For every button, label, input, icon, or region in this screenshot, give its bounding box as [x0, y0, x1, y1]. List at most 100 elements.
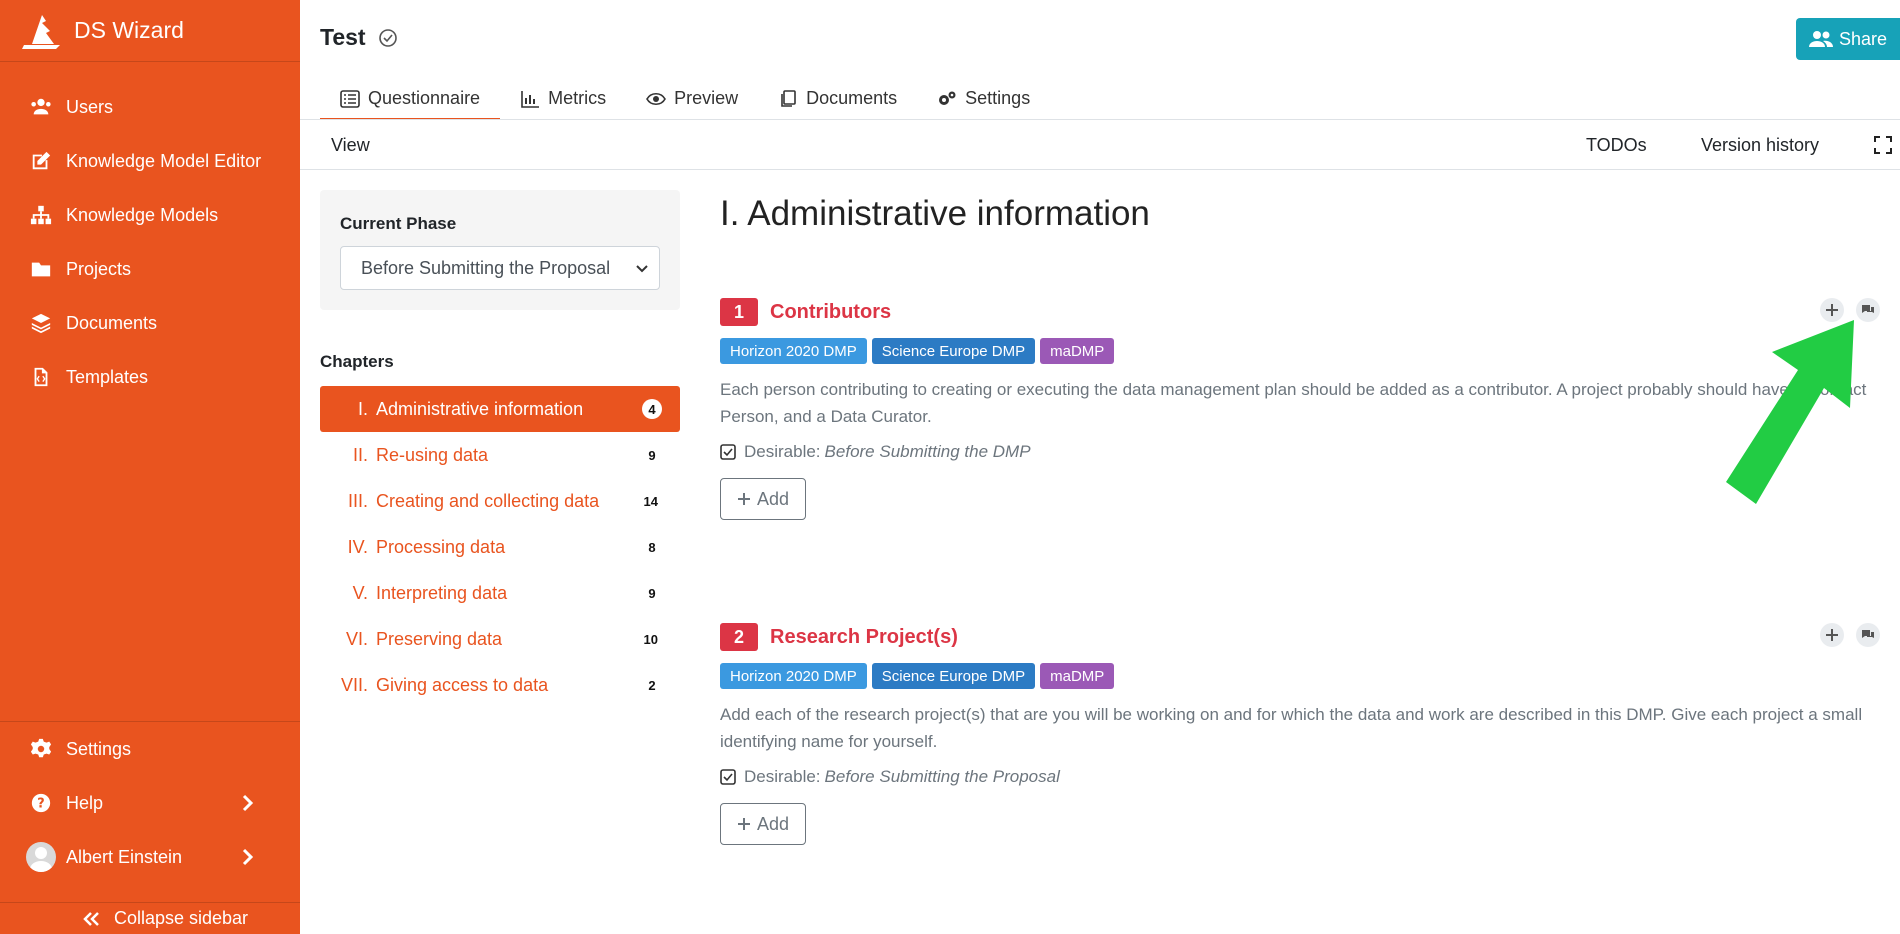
- sidebar-item-label: Users: [66, 96, 114, 117]
- sidebar-item-documents[interactable]: Documents: [0, 296, 300, 350]
- current-phase-panel: Current Phase Before Submitting the Prop…: [320, 190, 680, 310]
- tab-metrics[interactable]: Metrics: [500, 84, 626, 120]
- sidebar-item-knowledge-models[interactable]: Knowledge Models: [0, 188, 300, 242]
- fullscreen-icon[interactable]: [1874, 136, 1892, 154]
- copy-icon: [781, 90, 796, 107]
- comments-icon: [1862, 630, 1874, 638]
- tag-horizon-2020-dmp: Horizon 2020 DMP: [720, 663, 867, 689]
- sidebar-item-users[interactable]: Users: [0, 80, 300, 134]
- chapter-item-interpreting-data[interactable]: V. Interpreting data 9: [320, 570, 680, 616]
- chapter-count-badge: 10: [639, 629, 662, 649]
- tag-science-europe-dmp: Science Europe DMP: [871, 338, 1036, 364]
- sidebar-item-knowledge-model-editor[interactable]: Knowledge Model Editor: [0, 134, 300, 188]
- question-research-projects: 2 Research Project(s) Horizon 2020 DMP S…: [720, 623, 1880, 845]
- desirable-phase: Before Submitting the Proposal: [824, 767, 1060, 786]
- wizard-hat-logo-icon: [22, 14, 60, 49]
- add-contributor-button[interactable]: Add: [720, 478, 806, 520]
- phase-selected-value: Before Submitting the Proposal: [361, 257, 611, 278]
- chapter-item-preserving-data[interactable]: VI. Preserving data 10: [320, 616, 680, 662]
- view-menu[interactable]: View: [331, 135, 370, 156]
- users-icon: [31, 98, 51, 115]
- add-todo-button[interactable]: [1820, 623, 1844, 647]
- add-label: Add: [756, 813, 790, 834]
- question-title: Research Project(s): [770, 625, 958, 648]
- sidebar-bottom: Settings ? Help Albert Einstein: [0, 721, 300, 884]
- tab-label: Metrics: [548, 88, 607, 108]
- chapter-item-administrative-information[interactable]: I. Administrative information 4: [320, 386, 680, 432]
- question-actions: [1808, 623, 1880, 647]
- plus-icon: [737, 493, 750, 505]
- question-description: Add each of the research project(s) that…: [720, 705, 1863, 751]
- collapse-label: Collapse sidebar: [113, 908, 249, 928]
- chapter-title: Giving access to data: [376, 674, 549, 695]
- chapter-item-giving-access-to-data[interactable]: VII. Giving access to data 2: [320, 662, 680, 708]
- desirable-phase: Before Submitting the DMP: [824, 442, 1031, 461]
- sitemap-icon: [30, 205, 52, 225]
- todos-button[interactable]: TODOs: [1586, 135, 1647, 156]
- users-icon: [1808, 31, 1833, 47]
- sidebar-item-label: Templates: [66, 366, 149, 387]
- collapse-sidebar-button[interactable]: Collapse sidebar: [0, 902, 300, 934]
- double-chevron-left-icon: [83, 911, 99, 926]
- chapter-heading: I. Administrative information: [720, 194, 1150, 233]
- tab-label: Settings: [965, 88, 1031, 108]
- project-header: Test: [320, 24, 398, 51]
- chapter-title: Interpreting data: [376, 582, 508, 603]
- question-header: 2 Research Project(s): [720, 623, 1880, 651]
- chapter-number: VII.: [340, 674, 368, 695]
- chapter-count-badge: 14: [639, 491, 662, 511]
- add-research-project-button[interactable]: Add: [720, 803, 806, 845]
- tab-label: Preview: [674, 88, 739, 108]
- tab-settings[interactable]: Settings: [917, 84, 1050, 120]
- add-label: Add: [756, 488, 790, 509]
- help-label: Help: [66, 792, 104, 813]
- settings-label: Settings: [66, 738, 132, 759]
- brand[interactable]: DS Wizard: [0, 0, 300, 62]
- chapter-item-processing-data[interactable]: IV. Processing data 8: [320, 524, 680, 570]
- chapter-item-re-using-data[interactable]: II. Re-using data 9: [320, 432, 680, 478]
- chapter-count-badge: 2: [642, 675, 662, 695]
- tab-questionnaire[interactable]: Questionnaire: [320, 84, 501, 120]
- tag-madmp: maDMP: [1040, 663, 1115, 689]
- current-phase-label: Current Phase: [340, 214, 457, 233]
- gear-icon: [30, 738, 52, 758]
- chapter-list: I. Administrative information 4 II. Re-u…: [320, 386, 680, 708]
- sidebar-nav: Users Knowledge Model Editor Knowledge M…: [0, 62, 300, 404]
- question-header: 1 Contributors: [720, 298, 1880, 326]
- chapter-title: Preserving data: [376, 628, 503, 649]
- sidebar-item-user[interactable]: Albert Einstein: [0, 830, 300, 884]
- question-tags: Horizon 2020 DMP Science Europe DMP maDM…: [720, 663, 1880, 689]
- tab-documents[interactable]: Documents: [758, 84, 917, 120]
- avatar: [26, 842, 56, 872]
- sidebar-item-templates[interactable]: Templates: [0, 350, 300, 404]
- version-history-button[interactable]: Version history: [1701, 135, 1819, 156]
- comments-button[interactable]: [1856, 623, 1880, 647]
- list-alt-icon: [340, 90, 360, 108]
- sidebar-item-projects[interactable]: Projects: [0, 242, 300, 296]
- plus-icon: [737, 818, 750, 830]
- check-circle-icon: [378, 28, 397, 47]
- user-name: Albert Einstein: [66, 846, 183, 867]
- chapter-count-badge: 8: [642, 537, 662, 557]
- chapter-title: Creating and collecting data: [376, 490, 600, 511]
- share-button[interactable]: Share: [1796, 18, 1900, 60]
- phase-select[interactable]: Before Submitting the Proposal: [340, 246, 660, 290]
- share-label: Share: [1838, 28, 1888, 49]
- tab-preview[interactable]: Preview: [626, 84, 758, 120]
- sidebar-item-help[interactable]: ? Help: [0, 776, 300, 830]
- tag-science-europe-dmp: Science Europe DMP: [871, 663, 1036, 689]
- main-area: Test Share Questionnaire Metrics Preview…: [300, 0, 1900, 934]
- chapter-item-creating-and-collecting-data[interactable]: III. Creating and collecting data 14: [320, 478, 680, 524]
- chapter-count-badge: 9: [642, 583, 662, 603]
- chapter-number: VI.: [345, 628, 368, 649]
- question-circle-icon: ?: [31, 793, 51, 813]
- brand-title: DS Wizard: [74, 17, 184, 43]
- question-description: Each person contributing to creating or …: [720, 380, 1867, 426]
- gears-icon: [939, 91, 956, 105]
- chapter-number: I.: [357, 398, 368, 419]
- tag-madmp: maDMP: [1040, 338, 1115, 364]
- desirable-label: Desirable:: [744, 442, 821, 461]
- sidebar: DS Wizard Users Knowledge Model Editor K…: [0, 0, 300, 934]
- chapter-title: Processing data: [376, 536, 506, 557]
- sidebar-item-settings[interactable]: Settings: [0, 722, 300, 776]
